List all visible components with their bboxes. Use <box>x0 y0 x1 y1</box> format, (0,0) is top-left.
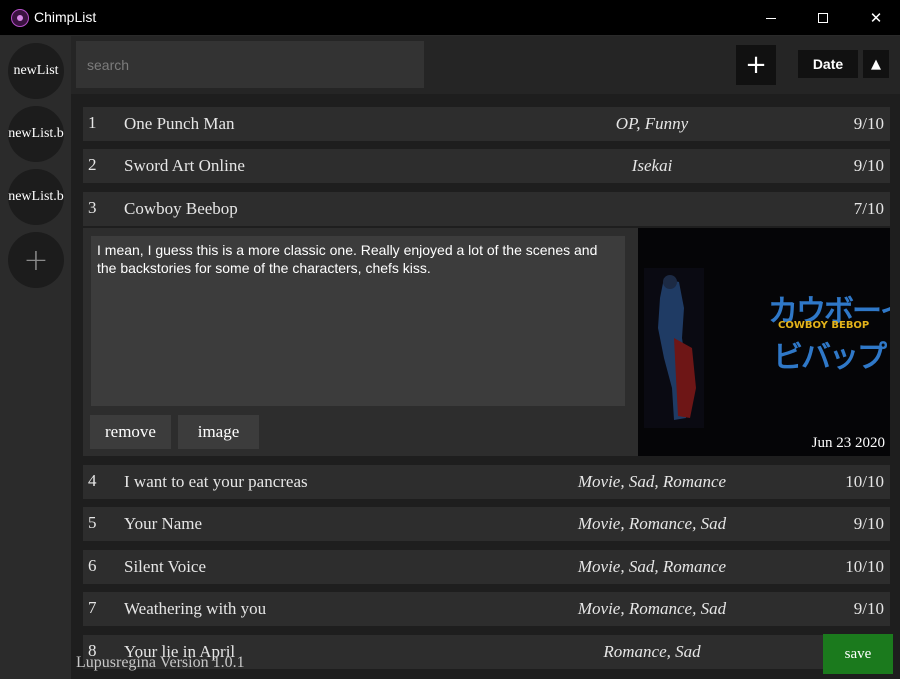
entry-row[interactable]: 2 Sword Art Online Isekai 9/10 <box>83 149 890 183</box>
search-input[interactable] <box>76 41 424 88</box>
close-icon: ✕ <box>869 9 883 27</box>
entry-row[interactable]: 4 I want to eat your pancreas Movie, Sad… <box>83 465 890 499</box>
entry-score: 9/10 <box>853 514 884 533</box>
cover-logo-jp-2: ビバップ <box>773 340 887 375</box>
sidebar-list-2[interactable]: newList.b <box>8 106 64 162</box>
sidebar-list-3[interactable]: newList.b <box>8 169 64 225</box>
arrow-up-icon: ▲ <box>871 56 881 72</box>
sidebar: newList newList.b newList.b + <box>0 36 71 679</box>
entry-score: 10/10 <box>845 557 884 576</box>
cover-date: Jun 23 2020 <box>811 435 885 451</box>
app-logo-icon <box>11 9 29 27</box>
entry-title: I want to eat your pancreas <box>124 472 308 491</box>
entry-notes-textarea[interactable] <box>91 236 625 406</box>
entry-title: Weathering with you <box>124 599 267 618</box>
entry-tags: OP, Funny <box>615 114 689 133</box>
plus-icon: + <box>745 50 767 80</box>
entry-tags: Movie, Sad, Romance <box>577 472 727 491</box>
sort-field-button[interactable]: Date <box>798 50 858 78</box>
entry-row-expanded[interactable]: 3 Cowboy Beebop 7/10 <box>83 192 890 226</box>
remove-button[interactable]: remove <box>90 415 171 449</box>
close-button[interactable]: ✕ <box>853 0 899 36</box>
toolbar: + Date ▲ <box>71 36 900 94</box>
image-button[interactable]: image <box>178 415 259 449</box>
entry-title: Cowboy Beebop <box>124 199 238 218</box>
entry-number: 2 <box>88 155 97 174</box>
entry-details-panel: remove image カウボーイ COWBOY BEBOP ビバップ Jun… <box>83 228 890 456</box>
entry-title: Silent Voice <box>124 557 207 576</box>
entry-row[interactable]: 1 One Punch Man OP, Funny 9/10 <box>83 107 890 141</box>
cover-logo-en: COWBOY BEBOP <box>778 320 870 331</box>
sidebar-list-1[interactable]: newList <box>8 43 64 99</box>
entry-score: 9/10 <box>853 156 884 175</box>
maximize-button[interactable] <box>800 0 846 36</box>
entry-number: 7 <box>88 598 97 617</box>
entry-number: 3 <box>88 198 97 217</box>
entry-title: Sword Art Online <box>124 156 245 175</box>
entry-tags: Isekai <box>631 156 673 175</box>
entry-score: 7/10 <box>853 199 884 218</box>
entry-title: One Punch Man <box>124 114 235 133</box>
entry-number: 6 <box>88 556 97 575</box>
entry-score: 9/10 <box>853 114 884 133</box>
entry-number: 4 <box>88 471 97 490</box>
entry-tags: Romance, Sad <box>603 642 701 661</box>
sort-direction-button[interactable]: ▲ <box>863 50 889 78</box>
entry-list: 1 One Punch Man OP, Funny 9/10 2 Sword A… <box>71 94 900 679</box>
version-label: Lupusregina Version 1.0.1 <box>76 654 245 671</box>
window-title: ChimpList <box>34 9 97 25</box>
entry-tags: Movie, Romance, Sad <box>577 514 727 533</box>
minimize-icon <box>766 17 776 19</box>
entry-row[interactable]: 6 Silent Voice Movie, Sad, Romance 10/10 <box>83 550 890 584</box>
entry-row[interactable]: 5 Your Name Movie, Romance, Sad 9/10 <box>83 507 890 541</box>
entry-score: 10/10 <box>845 472 884 491</box>
cover-image[interactable]: カウボーイ COWBOY BEBOP ビバップ Jun 23 2020 <box>638 228 890 456</box>
entry-number: 5 <box>88 513 97 532</box>
minimize-button[interactable] <box>748 0 794 36</box>
save-button[interactable]: save <box>823 634 893 674</box>
add-list-button[interactable]: + <box>8 232 64 288</box>
entry-tags: Movie, Romance, Sad <box>577 599 727 618</box>
entry-title: Your Name <box>124 514 203 533</box>
entry-score: 9/10 <box>853 599 884 618</box>
title-bar: ChimpList ✕ <box>0 0 900 36</box>
maximize-icon <box>818 13 828 23</box>
character-figure-icon <box>644 268 704 428</box>
entry-tags: Movie, Sad, Romance <box>577 557 727 576</box>
add-entry-button[interactable]: + <box>736 45 776 85</box>
plus-icon: + <box>23 242 49 278</box>
entry-row[interactable]: 7 Weathering with you Movie, Romance, Sa… <box>83 592 890 626</box>
entry-number: 1 <box>88 113 97 132</box>
